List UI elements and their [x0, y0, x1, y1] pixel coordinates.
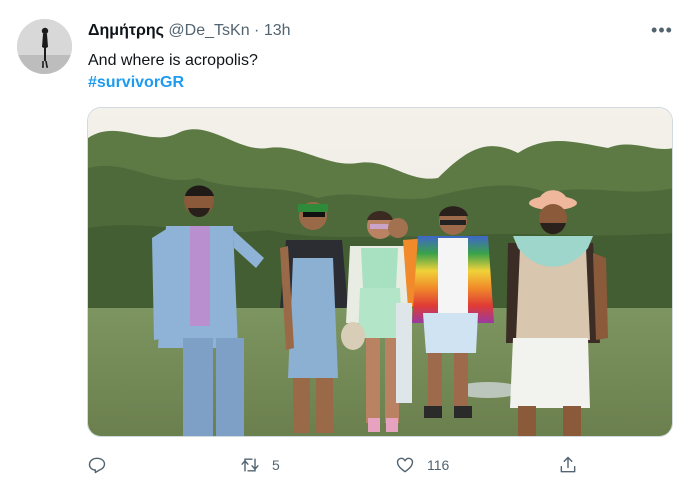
share-button[interactable] — [558, 452, 578, 478]
tweet-text: And where is acropolis? — [88, 52, 258, 69]
reply-icon — [88, 457, 106, 474]
separator-dot: · — [254, 22, 260, 39]
hashtag-link[interactable]: #survivorGR — [88, 72, 184, 94]
avatar[interactable] — [17, 19, 72, 74]
retweet-button[interactable]: 5 — [240, 452, 280, 478]
author-name[interactable]: Δημήτρης — [88, 22, 164, 39]
tweet-header: Δημήτρης @De_TsKn · 13h — [88, 20, 291, 42]
more-options-icon[interactable]: ••• — [650, 20, 674, 42]
like-count: 116 — [427, 457, 450, 473]
tweet-card[interactable]: Δημήτρης @De_TsKn · 13h ••• And where is… — [0, 0, 700, 489]
like-button[interactable]: 116 — [395, 452, 449, 478]
avatar-image — [17, 19, 72, 74]
tweet-photo[interactable] — [87, 107, 673, 437]
tweet-timestamp[interactable]: 13h — [264, 22, 291, 39]
heart-icon — [396, 457, 414, 473]
share-icon — [560, 456, 576, 473]
photo-scene — [88, 108, 672, 436]
author-handle[interactable]: @De_TsKn — [168, 22, 249, 39]
retweet-icon — [241, 458, 259, 472]
tweet-actions: 5 116 — [0, 450, 700, 480]
reply-button[interactable] — [87, 452, 107, 478]
retweet-count: 5 — [272, 457, 280, 473]
